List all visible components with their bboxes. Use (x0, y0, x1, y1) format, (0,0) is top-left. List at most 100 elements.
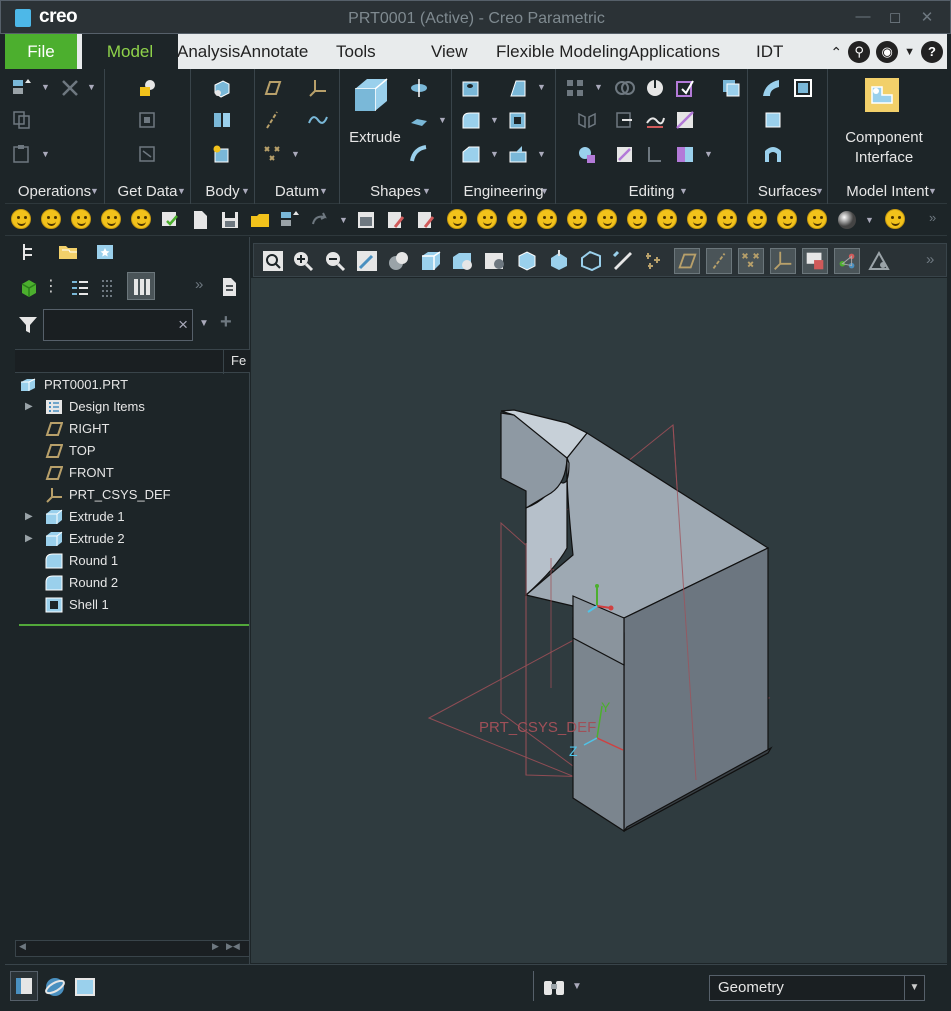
expand-panel-icon[interactable]: » (195, 276, 203, 293)
dropdown-icon[interactable]: ▼ (537, 82, 546, 92)
refit-icon[interactable] (260, 248, 286, 274)
expand-icon[interactable]: ▶ (25, 396, 33, 418)
view-manager-icon[interactable] (450, 248, 476, 274)
more-icon[interactable]: ⋮ (43, 276, 59, 296)
dropdown-icon[interactable]: ▼ (41, 149, 50, 159)
dropdown-icon[interactable]: ▼ (177, 186, 186, 196)
spin-center-display-icon[interactable] (802, 248, 828, 274)
sweep-icon[interactable] (408, 109, 430, 131)
smiley-icon[interactable] (447, 209, 467, 229)
smiley-icon[interactable] (101, 209, 121, 229)
search-icon[interactable]: ⚲ (848, 41, 871, 63)
dropdown-icon[interactable]: ▼ (572, 981, 582, 992)
tab-folder-browser[interactable] (49, 237, 87, 267)
tab-idt[interactable]: IDT (756, 34, 783, 69)
dropdown-icon[interactable]: ▼ (865, 215, 874, 225)
smiley-icon[interactable] (687, 209, 707, 229)
section-icon[interactable] (578, 248, 604, 274)
dropdown-icon[interactable]: ▼ (815, 186, 824, 196)
smiley-icon[interactable] (717, 209, 737, 229)
thicken-icon[interactable] (614, 143, 636, 165)
tab-favorites[interactable] (87, 237, 125, 267)
copy-icon[interactable] (11, 109, 33, 131)
selection-filter-select[interactable]: Geometry ▼ (709, 975, 925, 1001)
datum-point-icon[interactable] (261, 143, 283, 165)
pattern-icon[interactable] (564, 77, 586, 99)
help-icon[interactable]: ? (921, 41, 943, 63)
repaint-icon[interactable] (354, 248, 380, 274)
clear-search-icon[interactable]: × (178, 315, 188, 335)
full-screen-icon[interactable] (73, 975, 97, 999)
part-body[interactable] (500, 409, 773, 833)
merge-icon[interactable] (137, 143, 159, 165)
insert-here-marker[interactable] (19, 624, 249, 626)
tree-filters-icon[interactable] (99, 278, 117, 298)
tree-horizontal-scrollbar[interactable]: ◀ ▶ ▶◀ (15, 940, 250, 957)
dropdown-icon[interactable]: ▼ (490, 149, 499, 159)
group-label-editing[interactable]: Editing (556, 183, 747, 200)
user-defined-feature-icon[interactable] (137, 77, 159, 99)
chamfer-icon[interactable] (460, 143, 482, 165)
appearance-icon[interactable] (610, 248, 636, 274)
rib-icon[interactable] (507, 143, 529, 165)
scroll-left-icon[interactable]: ◀ (19, 941, 26, 952)
point-display-icon[interactable] (738, 248, 764, 274)
dropdown-icon[interactable]: ▼ (41, 82, 50, 92)
wrap-icon[interactable] (644, 109, 666, 131)
regenerate-icon[interactable] (11, 77, 33, 99)
project-icon[interactable] (614, 109, 636, 131)
smiley-icon[interactable] (627, 209, 647, 229)
component-operations-icon[interactable] (720, 77, 742, 99)
tab-model[interactable]: Model (82, 34, 178, 69)
zoom-in-icon[interactable] (290, 248, 316, 274)
dropdown-icon[interactable]: ▼ (679, 186, 688, 196)
show-navigator-button[interactable] (10, 971, 38, 1001)
csys-display-icon[interactable] (770, 248, 796, 274)
regenerate-icon[interactable] (279, 209, 301, 231)
smiley-icon[interactable] (507, 209, 527, 229)
smiley-icon[interactable] (747, 209, 767, 229)
tree-settings-icon[interactable] (69, 278, 91, 298)
smiley-icon[interactable] (131, 209, 151, 229)
axis-display-icon[interactable] (706, 248, 732, 274)
chevron-down-icon[interactable]: ▼ (904, 46, 915, 58)
browser-icon[interactable] (43, 975, 67, 999)
paste-icon[interactable] (11, 143, 33, 165)
smiley-icon[interactable] (807, 209, 827, 229)
save-icon[interactable] (219, 209, 241, 231)
component-interface-icon[interactable] (862, 75, 902, 115)
annotations-display-icon[interactable] (834, 248, 860, 274)
edit-definition-icon[interactable] (385, 209, 407, 231)
smiley-icon[interactable] (41, 209, 61, 229)
dropdown-icon[interactable]: ▼ (339, 215, 348, 225)
perspective-view-icon[interactable] (482, 248, 508, 274)
revolve-icon[interactable] (408, 77, 430, 99)
freestyle-icon[interactable] (762, 143, 784, 165)
datum-axis-icon[interactable] (261, 109, 283, 131)
style-icon[interactable] (792, 77, 814, 99)
show-details-icon[interactable] (219, 276, 239, 298)
trim-icon[interactable] (674, 109, 696, 131)
expand-icon[interactable]: ▶ (25, 528, 33, 550)
dropdown-icon[interactable]: ▼ (422, 186, 431, 196)
annotation-display-icon[interactable] (642, 248, 668, 274)
saved-orientations-icon[interactable] (418, 248, 444, 274)
datum-display-filters-icon[interactable] (866, 248, 892, 274)
delete-icon[interactable] (59, 77, 81, 99)
dropdown-icon[interactable]: ▼ (319, 186, 328, 196)
close-icon[interactable]: ✕ (917, 8, 937, 28)
component-interface-button-line1[interactable]: Component (828, 129, 940, 146)
body-icon[interactable] (211, 77, 233, 99)
tree-search-input[interactable]: × (43, 309, 193, 341)
component-interface-button-line2[interactable]: Interface (828, 149, 940, 166)
scroll-right-icon[interactable]: ▶ (212, 941, 219, 952)
solidify-icon[interactable] (644, 143, 666, 165)
intersect-icon[interactable] (614, 77, 636, 99)
extend-icon[interactable] (674, 77, 696, 99)
spin-center-icon[interactable] (546, 248, 572, 274)
dropdown-icon[interactable]: ▼ (438, 115, 447, 125)
copy-geometry-icon[interactable] (137, 109, 159, 131)
open-folder-icon[interactable] (249, 209, 271, 231)
extrude-icon[interactable] (351, 75, 391, 115)
redo-icon[interactable] (309, 209, 331, 231)
